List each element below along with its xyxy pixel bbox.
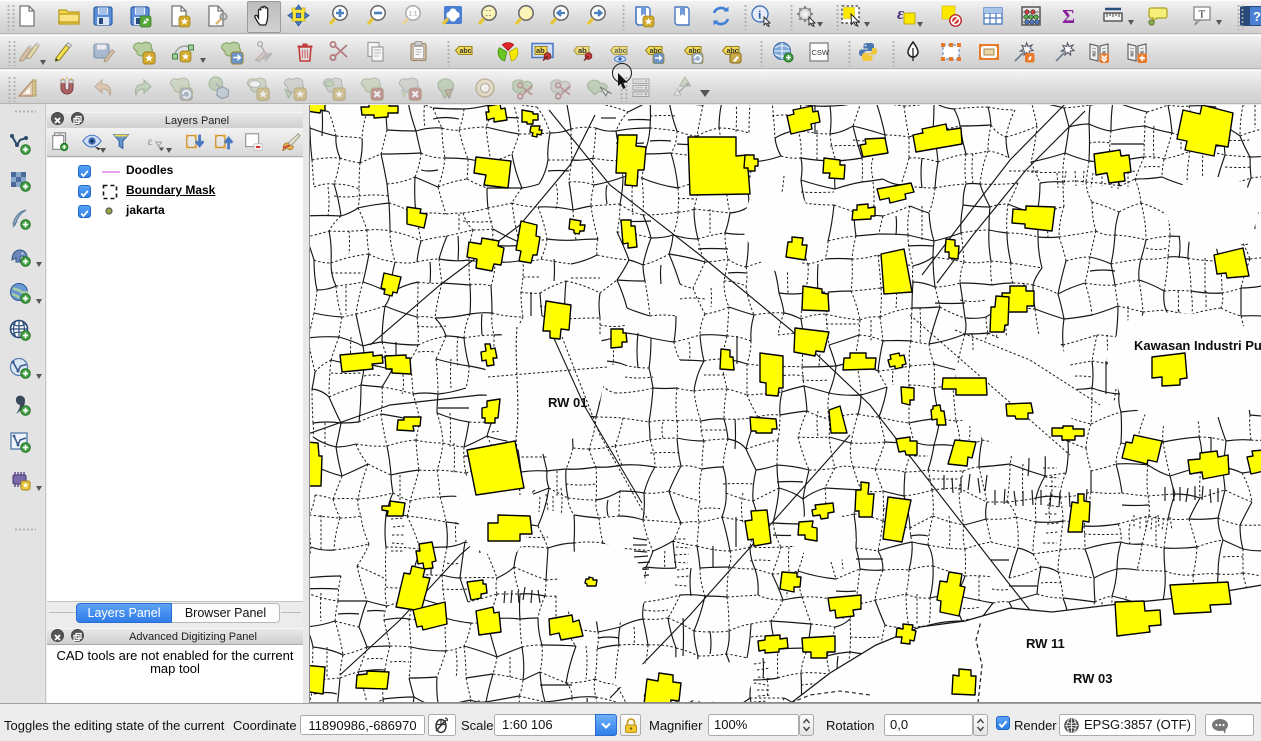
svg-text:1:1: 1:1 bbox=[409, 11, 418, 18]
svg-text:ε: ε bbox=[897, 4, 904, 23]
svg-text:CSW: CSW bbox=[812, 48, 830, 57]
svg-text:RW 01: RW 01 bbox=[548, 395, 588, 410]
svg-text:abc: abc bbox=[615, 48, 627, 55]
svg-text:ab: ab bbox=[536, 46, 545, 55]
svg-text:RW 03: RW 03 bbox=[1073, 671, 1113, 686]
svg-text:abc: abc bbox=[460, 48, 472, 55]
svg-text:Σ: Σ bbox=[1062, 6, 1075, 28]
svg-text:?: ? bbox=[1253, 9, 1261, 24]
svg-text:ε: ε bbox=[148, 134, 153, 148]
svg-text:RW 11: RW 11 bbox=[1026, 636, 1065, 651]
svg-text:Kawasan Industri Pu: Kawasan Industri Pu bbox=[1134, 338, 1261, 353]
svg-text:T: T bbox=[1199, 9, 1206, 21]
